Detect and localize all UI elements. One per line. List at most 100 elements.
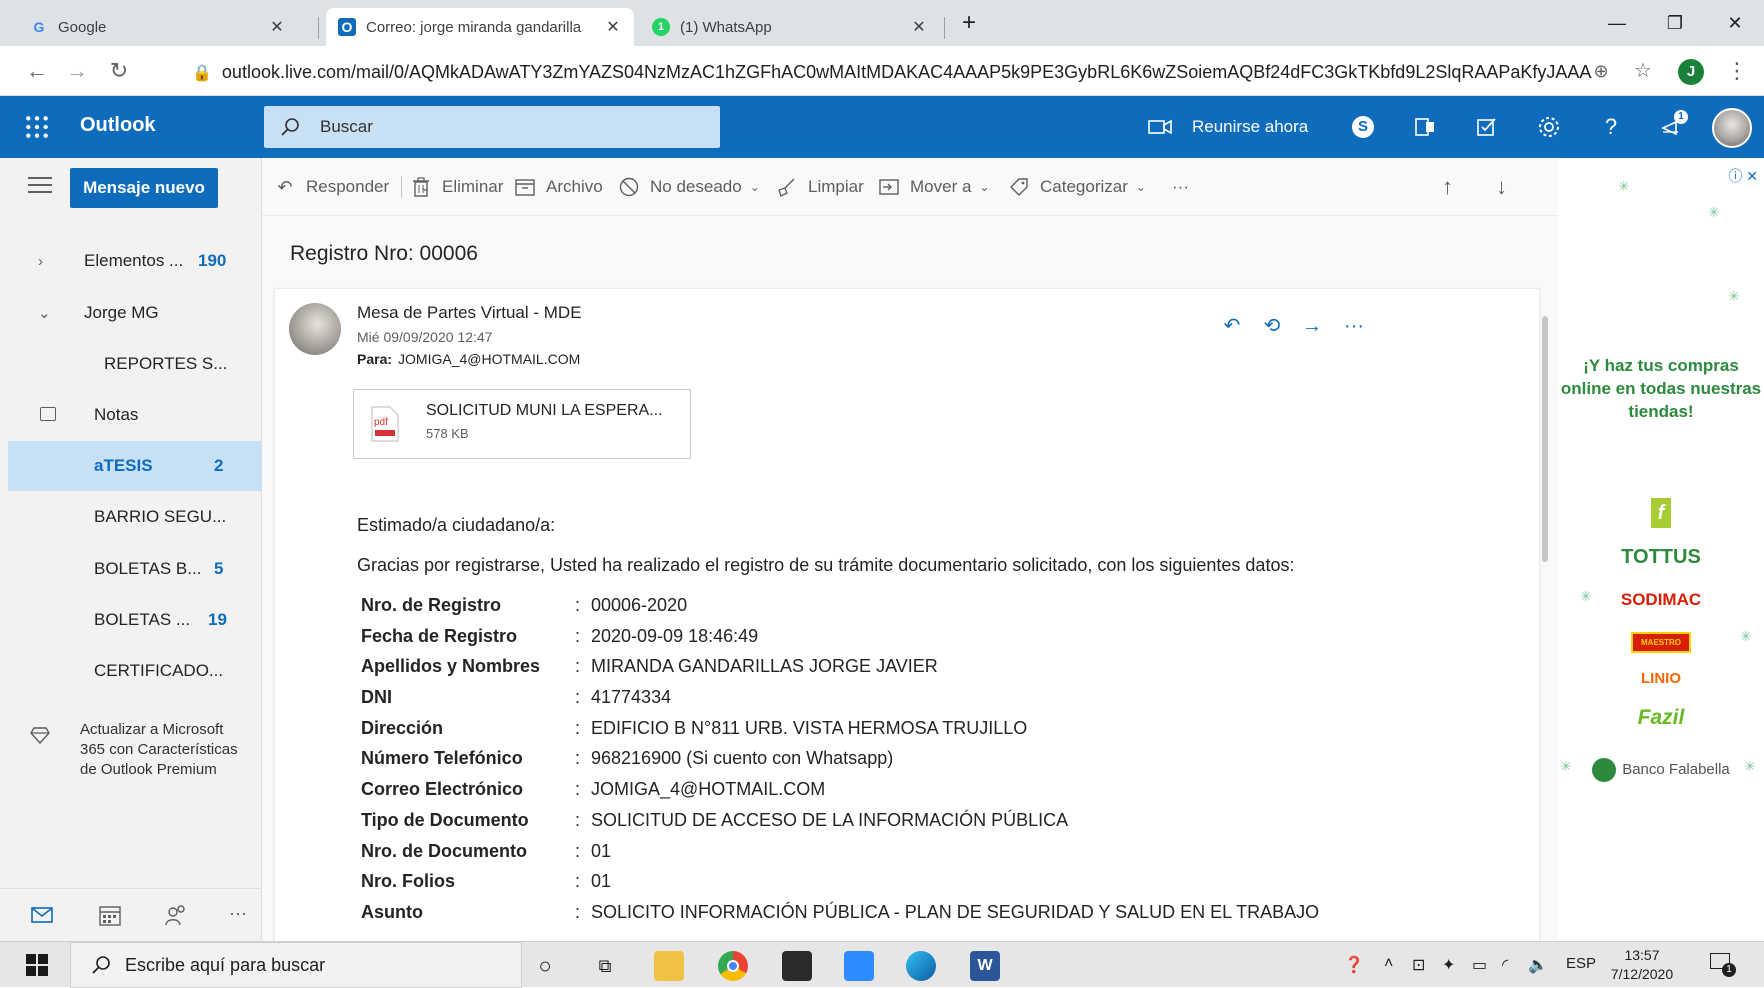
- field-value: 01: [591, 871, 612, 892]
- office-icon[interactable]: [1412, 114, 1438, 140]
- task-view-icon[interactable]: ⧉: [590, 951, 620, 981]
- new-tab-button[interactable]: +: [944, 8, 994, 38]
- more-apps-icon[interactable]: ···: [226, 903, 250, 927]
- categorize-button[interactable]: Categorizar ⌄: [1008, 174, 1146, 200]
- folder-item[interactable]: CERTIFICADO...: [8, 646, 262, 696]
- reply-all-icon[interactable]: ⟲: [1259, 313, 1285, 339]
- sender-name[interactable]: Mesa de Partes Virtual - MDE: [357, 303, 582, 323]
- help-tray-icon[interactable]: ❓: [1344, 955, 1364, 975]
- folder-item-selected[interactable]: aTESIS 2: [8, 441, 262, 491]
- back-arrow-icon[interactable]: ←: [22, 56, 52, 86]
- hamburger-menu-icon[interactable]: [28, 176, 52, 194]
- recipient-address[interactable]: JOMIGA_4@HOTMAIL.COM: [398, 351, 580, 367]
- chevron-right-icon[interactable]: ›: [38, 253, 43, 270]
- file-explorer-icon[interactable]: [654, 951, 684, 981]
- folder-item[interactable]: BOLETAS ... 19: [8, 595, 262, 645]
- forward-icon[interactable]: →: [1299, 313, 1325, 339]
- folder-item[interactable]: Notas: [8, 390, 262, 440]
- app-title[interactable]: Outlook: [80, 114, 156, 137]
- more-options-icon[interactable]: ···: [1341, 313, 1367, 339]
- folder-item[interactable]: BOLETAS B... 5: [8, 544, 262, 594]
- volume-icon[interactable]: 🔈: [1528, 955, 1548, 975]
- delete-button[interactable]: Eliminar: [410, 174, 503, 200]
- more-actions-button[interactable]: ···: [1172, 174, 1189, 200]
- word-icon[interactable]: W: [970, 951, 1000, 981]
- search-box[interactable]: [264, 106, 720, 148]
- taskbar-search-input[interactable]: [125, 954, 485, 976]
- menu-dots-icon[interactable]: ⋮: [1722, 56, 1752, 86]
- cortana-icon[interactable]: ○: [530, 951, 560, 981]
- tab-whatsapp[interactable]: 1 (1) WhatsApp ✕: [640, 8, 940, 46]
- minimize-button[interactable]: —: [1592, 8, 1642, 38]
- store-icon[interactable]: [782, 951, 812, 981]
- field-row: Correo Electrónico: JOMIGA_4@HOTMAIL.COM: [361, 779, 1461, 810]
- close-tab-icon[interactable]: ✕: [604, 17, 622, 37]
- chrome-icon[interactable]: [718, 951, 748, 981]
- device-icon[interactable]: ⊡: [1412, 955, 1425, 975]
- zoom-icon[interactable]: [844, 951, 874, 981]
- ad-close-icon[interactable]: ⓘ ✕: [1728, 166, 1758, 186]
- chevron-down-icon[interactable]: ⌄: [750, 180, 760, 194]
- app-launcher-icon[interactable]: [24, 114, 50, 140]
- next-arrow-icon[interactable]: ↓: [1496, 174, 1507, 200]
- junk-button[interactable]: No deseado ⌄: [618, 174, 760, 200]
- battery-icon[interactable]: ▭: [1472, 955, 1487, 975]
- field-key: Asunto: [361, 901, 423, 922]
- close-tab-icon[interactable]: ✕: [910, 17, 928, 37]
- chevron-down-icon[interactable]: ⌄: [1136, 180, 1146, 194]
- folder-item[interactable]: › Elementos ... 190: [8, 236, 262, 286]
- install-icon[interactable]: ⊕: [1586, 56, 1616, 86]
- forward-arrow-icon[interactable]: →: [62, 56, 92, 86]
- svg-text:pdf: pdf: [374, 417, 388, 428]
- url-field[interactable]: 🔒 outlook.live.com/mail/0/AQMkADAwATY3ZmY…: [192, 55, 1592, 89]
- restore-button[interactable]: ❐: [1650, 8, 1700, 38]
- field-key: Nro. de Documento: [361, 840, 528, 861]
- clock[interactable]: 13:57 7/12/2020: [1604, 946, 1680, 984]
- meet-now-button[interactable]: Reunirse ahora: [1148, 112, 1308, 142]
- dropbox-icon[interactable]: ✦: [1442, 955, 1455, 975]
- folder-item[interactable]: REPORTES S...: [8, 339, 262, 389]
- sweep-button[interactable]: Limpiar: [776, 174, 864, 200]
- people-icon[interactable]: [164, 903, 188, 927]
- tottus-logo: TOTTUS: [1621, 546, 1701, 568]
- sender-avatar[interactable]: [289, 303, 341, 355]
- tab-google[interactable]: G Google ✕: [18, 8, 298, 46]
- calendar-icon[interactable]: [98, 903, 122, 927]
- star-icon[interactable]: ☆: [1628, 56, 1658, 86]
- help-icon[interactable]: ?: [1598, 114, 1624, 140]
- reply-icon[interactable]: ↶: [1219, 313, 1245, 339]
- windows-start-icon[interactable]: [26, 954, 48, 976]
- move-to-button[interactable]: Mover a ⌄: [878, 174, 989, 200]
- taskbar-search[interactable]: [70, 942, 522, 988]
- settings-gear-icon[interactable]: [1536, 114, 1562, 140]
- mail-icon[interactable]: [30, 903, 54, 927]
- action-center-icon[interactable]: 1: [1710, 953, 1736, 977]
- folder-item[interactable]: ⌄ Jorge MG: [8, 288, 262, 338]
- archive-button[interactable]: Archivo: [514, 174, 603, 200]
- user-avatar[interactable]: [1712, 108, 1752, 148]
- edge-icon[interactable]: [906, 951, 936, 981]
- megaphone-icon[interactable]: 1: [1660, 110, 1688, 140]
- close-tab-icon[interactable]: ✕: [268, 17, 286, 37]
- skype-icon[interactable]: S: [1350, 114, 1376, 140]
- close-window-button[interactable]: ✕: [1710, 8, 1760, 38]
- todo-icon[interactable]: [1474, 114, 1500, 140]
- reload-icon[interactable]: ↻: [104, 56, 134, 86]
- profile-avatar[interactable]: J: [1678, 59, 1704, 85]
- previous-arrow-icon[interactable]: ↑: [1442, 174, 1453, 200]
- chevron-up-icon[interactable]: ˄: [1384, 955, 1393, 973]
- upgrade-premium-link[interactable]: Actualizar a Microsoft 365 con Caracterí…: [0, 718, 262, 868]
- chevron-down-icon[interactable]: ⌄: [979, 180, 989, 194]
- wifi-icon[interactable]: ◜: [1502, 955, 1508, 975]
- chevron-down-icon[interactable]: ⌄: [38, 304, 51, 322]
- attachment-card[interactable]: pdf SOLICITUD MUNI LA ESPERA... 578 KB: [353, 389, 691, 459]
- scrollbar-thumb[interactable]: [1542, 316, 1548, 562]
- reply-button[interactable]: ↶ Responder ⌄: [274, 174, 430, 200]
- tab-outlook[interactable]: O Correo: jorge miranda gandarilla ✕: [326, 8, 634, 46]
- new-message-button[interactable]: Mensaje nuevo: [70, 168, 218, 208]
- ad-banner[interactable]: ⓘ ✕ ✳ ✳ ✳ ✳ ✳ ✳ ✳ ¡Y haz tus compras onl…: [1558, 158, 1764, 941]
- search-input[interactable]: [320, 117, 680, 137]
- reading-scrollbar[interactable]: [1538, 288, 1552, 898]
- folder-item[interactable]: BARRIO SEGU...: [8, 492, 262, 542]
- language-indicator[interactable]: ESP: [1566, 955, 1596, 972]
